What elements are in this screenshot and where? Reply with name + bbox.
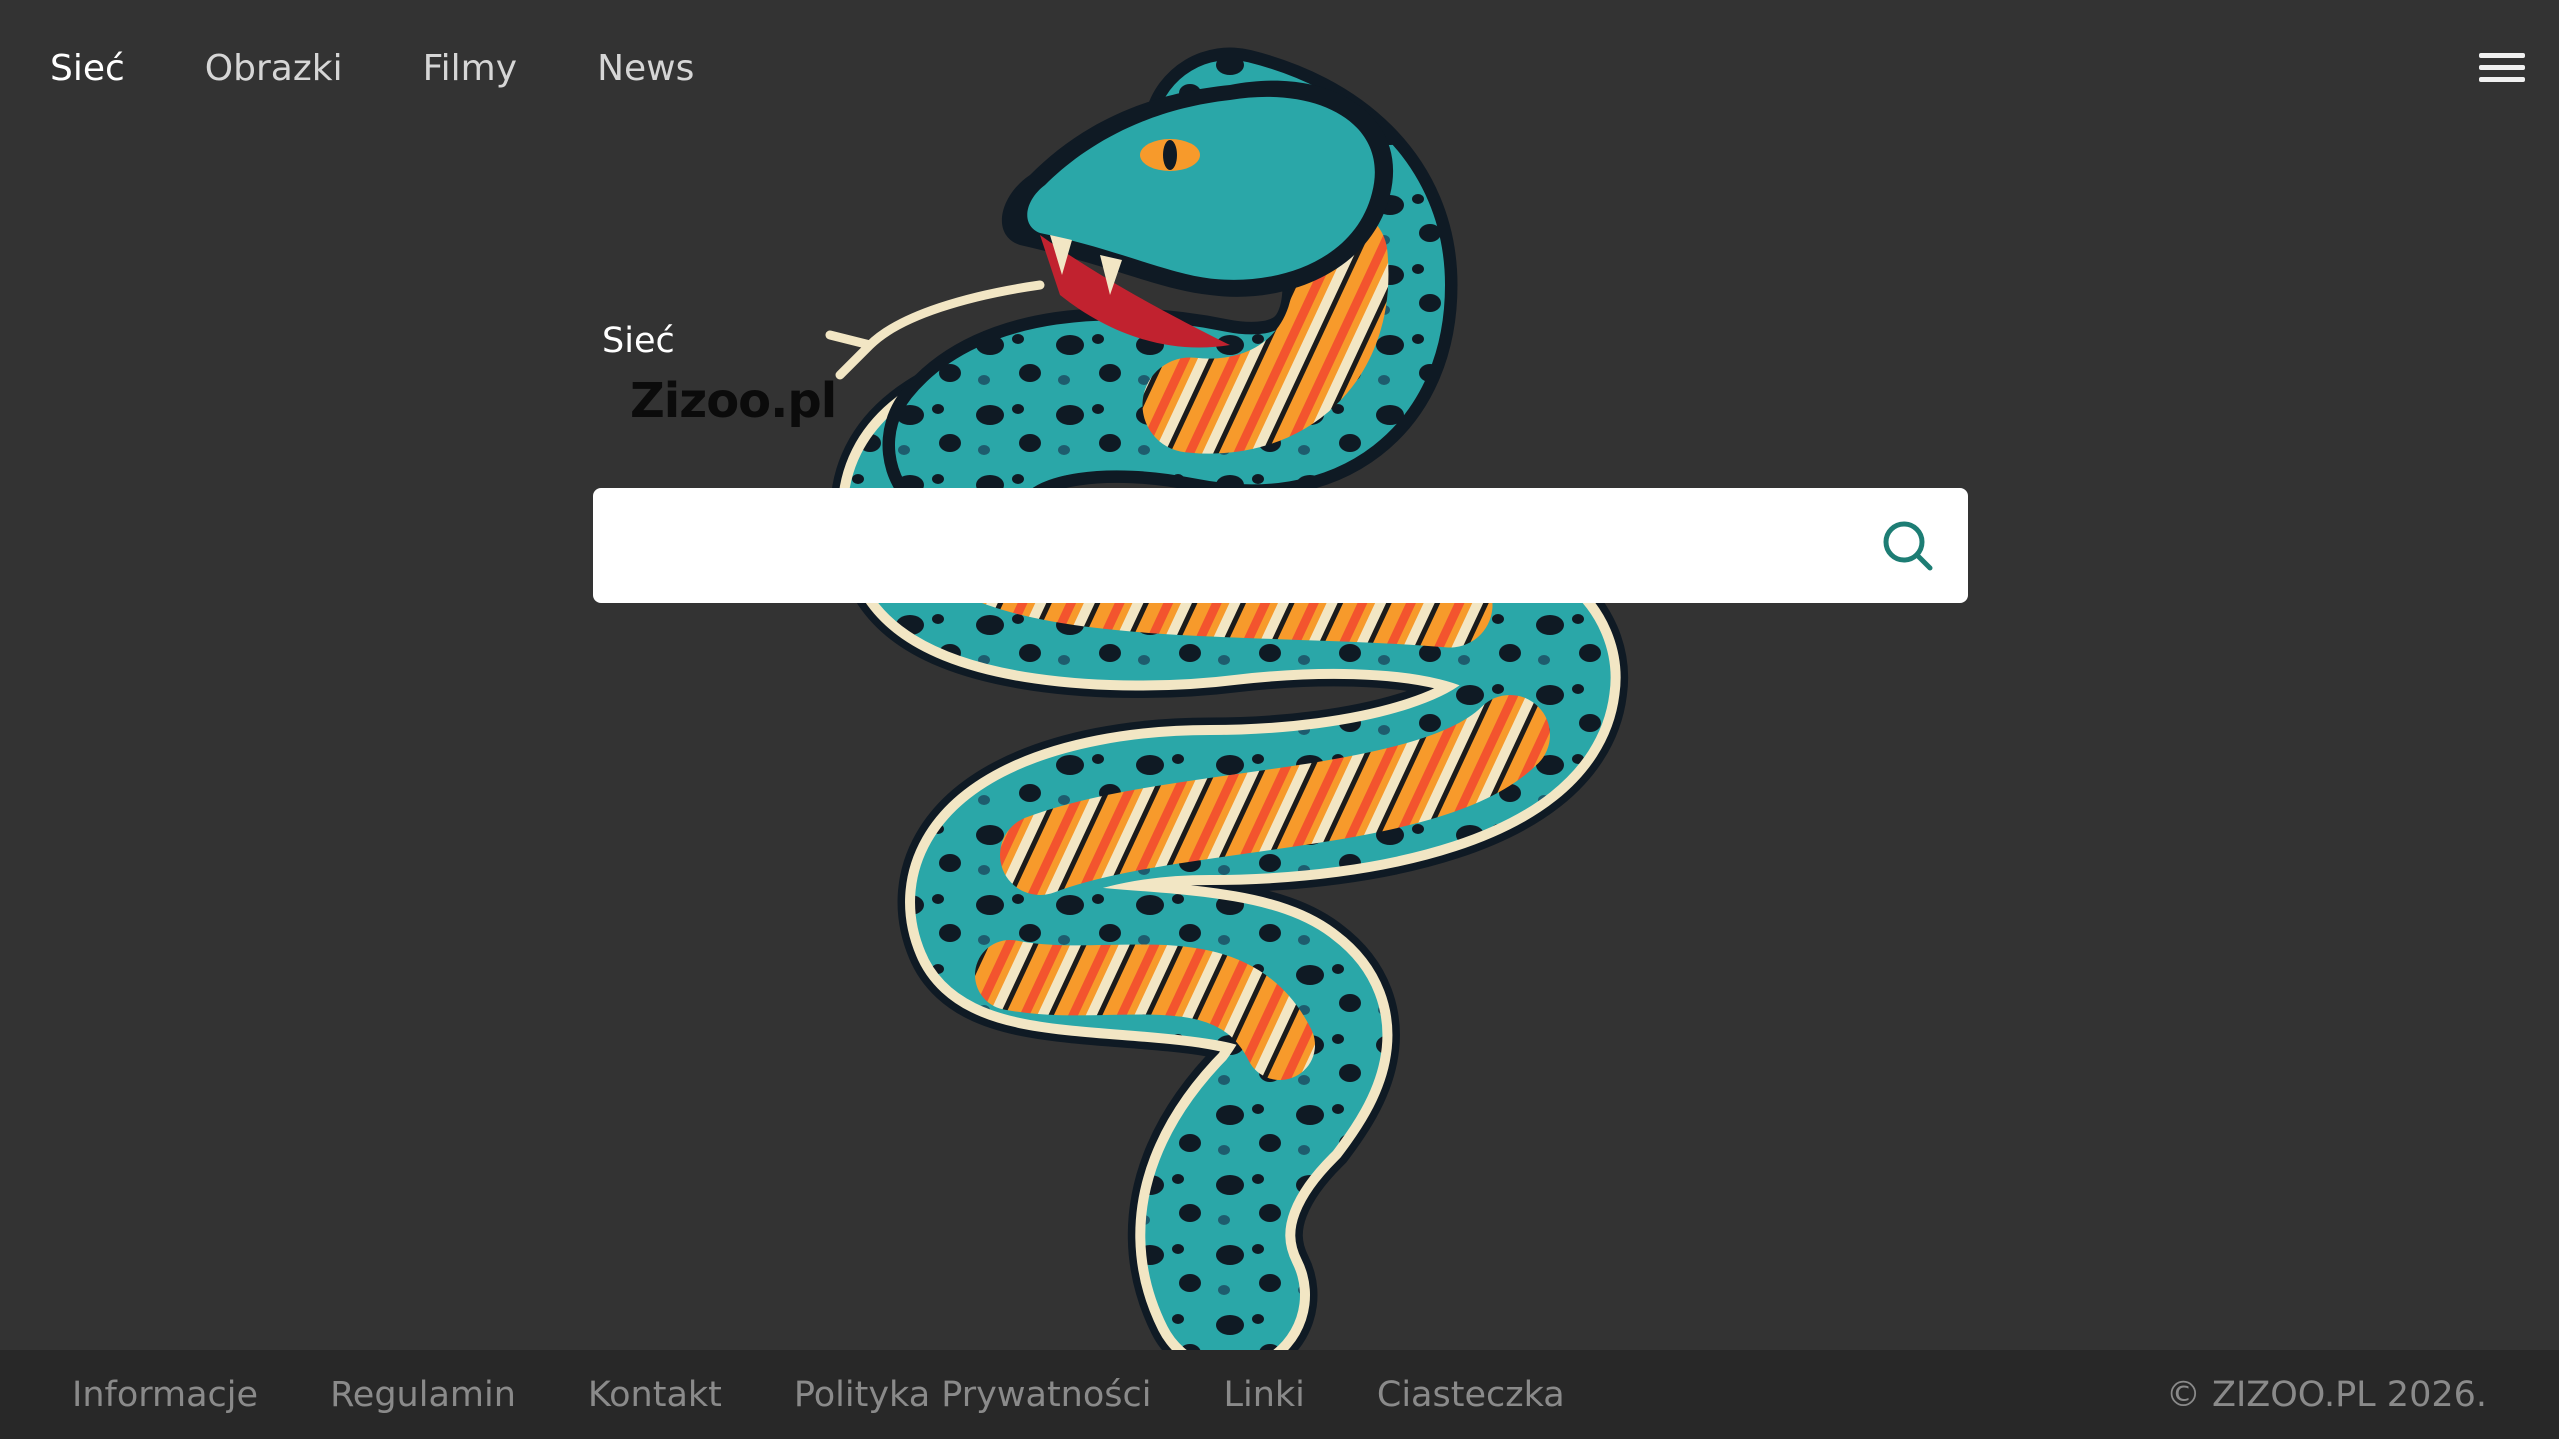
footer-link-linki[interactable]: Linki — [1223, 1375, 1304, 1415]
hamburger-menu-icon[interactable] — [2479, 53, 2525, 87]
footer-link-regulamin[interactable]: Regulamin — [330, 1375, 516, 1415]
snake-illustration — [825, 47, 1628, 1350]
search-icon — [1883, 521, 1933, 570]
footer-link-informacje[interactable]: Informacje — [72, 1375, 258, 1415]
logo-wordmark[interactable]: Zizoo.pl — [630, 372, 837, 430]
search-input[interactable] — [593, 488, 1848, 603]
copyright: © ZIZOO.PL 2026. — [2165, 1374, 2487, 1415]
footer-link-kontakt[interactable]: Kontakt — [588, 1375, 722, 1415]
nav-item-filmy[interactable]: Filmy — [423, 34, 517, 104]
search-button[interactable] — [1848, 488, 1968, 603]
nav-item-news[interactable]: News — [597, 34, 694, 104]
top-nav: Sieć Obrazki Filmy News — [50, 34, 774, 104]
logo-subtitle: Sieć — [602, 321, 675, 361]
logo: Sieć Zizoo.pl — [602, 316, 837, 430]
nav-item-siec[interactable]: Sieć — [50, 34, 125, 104]
footer-link-ciasteczka[interactable]: Ciasteczka — [1377, 1375, 1565, 1415]
footer: Informacje Regulamin Kontakt Polityka Pr… — [0, 1350, 2559, 1439]
footer-links: Informacje Regulamin Kontakt Polityka Pr… — [72, 1375, 1637, 1415]
search-bar — [593, 488, 1968, 603]
nav-item-obrazki[interactable]: Obrazki — [205, 34, 343, 104]
footer-link-polityka-prywatnosci[interactable]: Polityka Prywatności — [794, 1375, 1152, 1415]
